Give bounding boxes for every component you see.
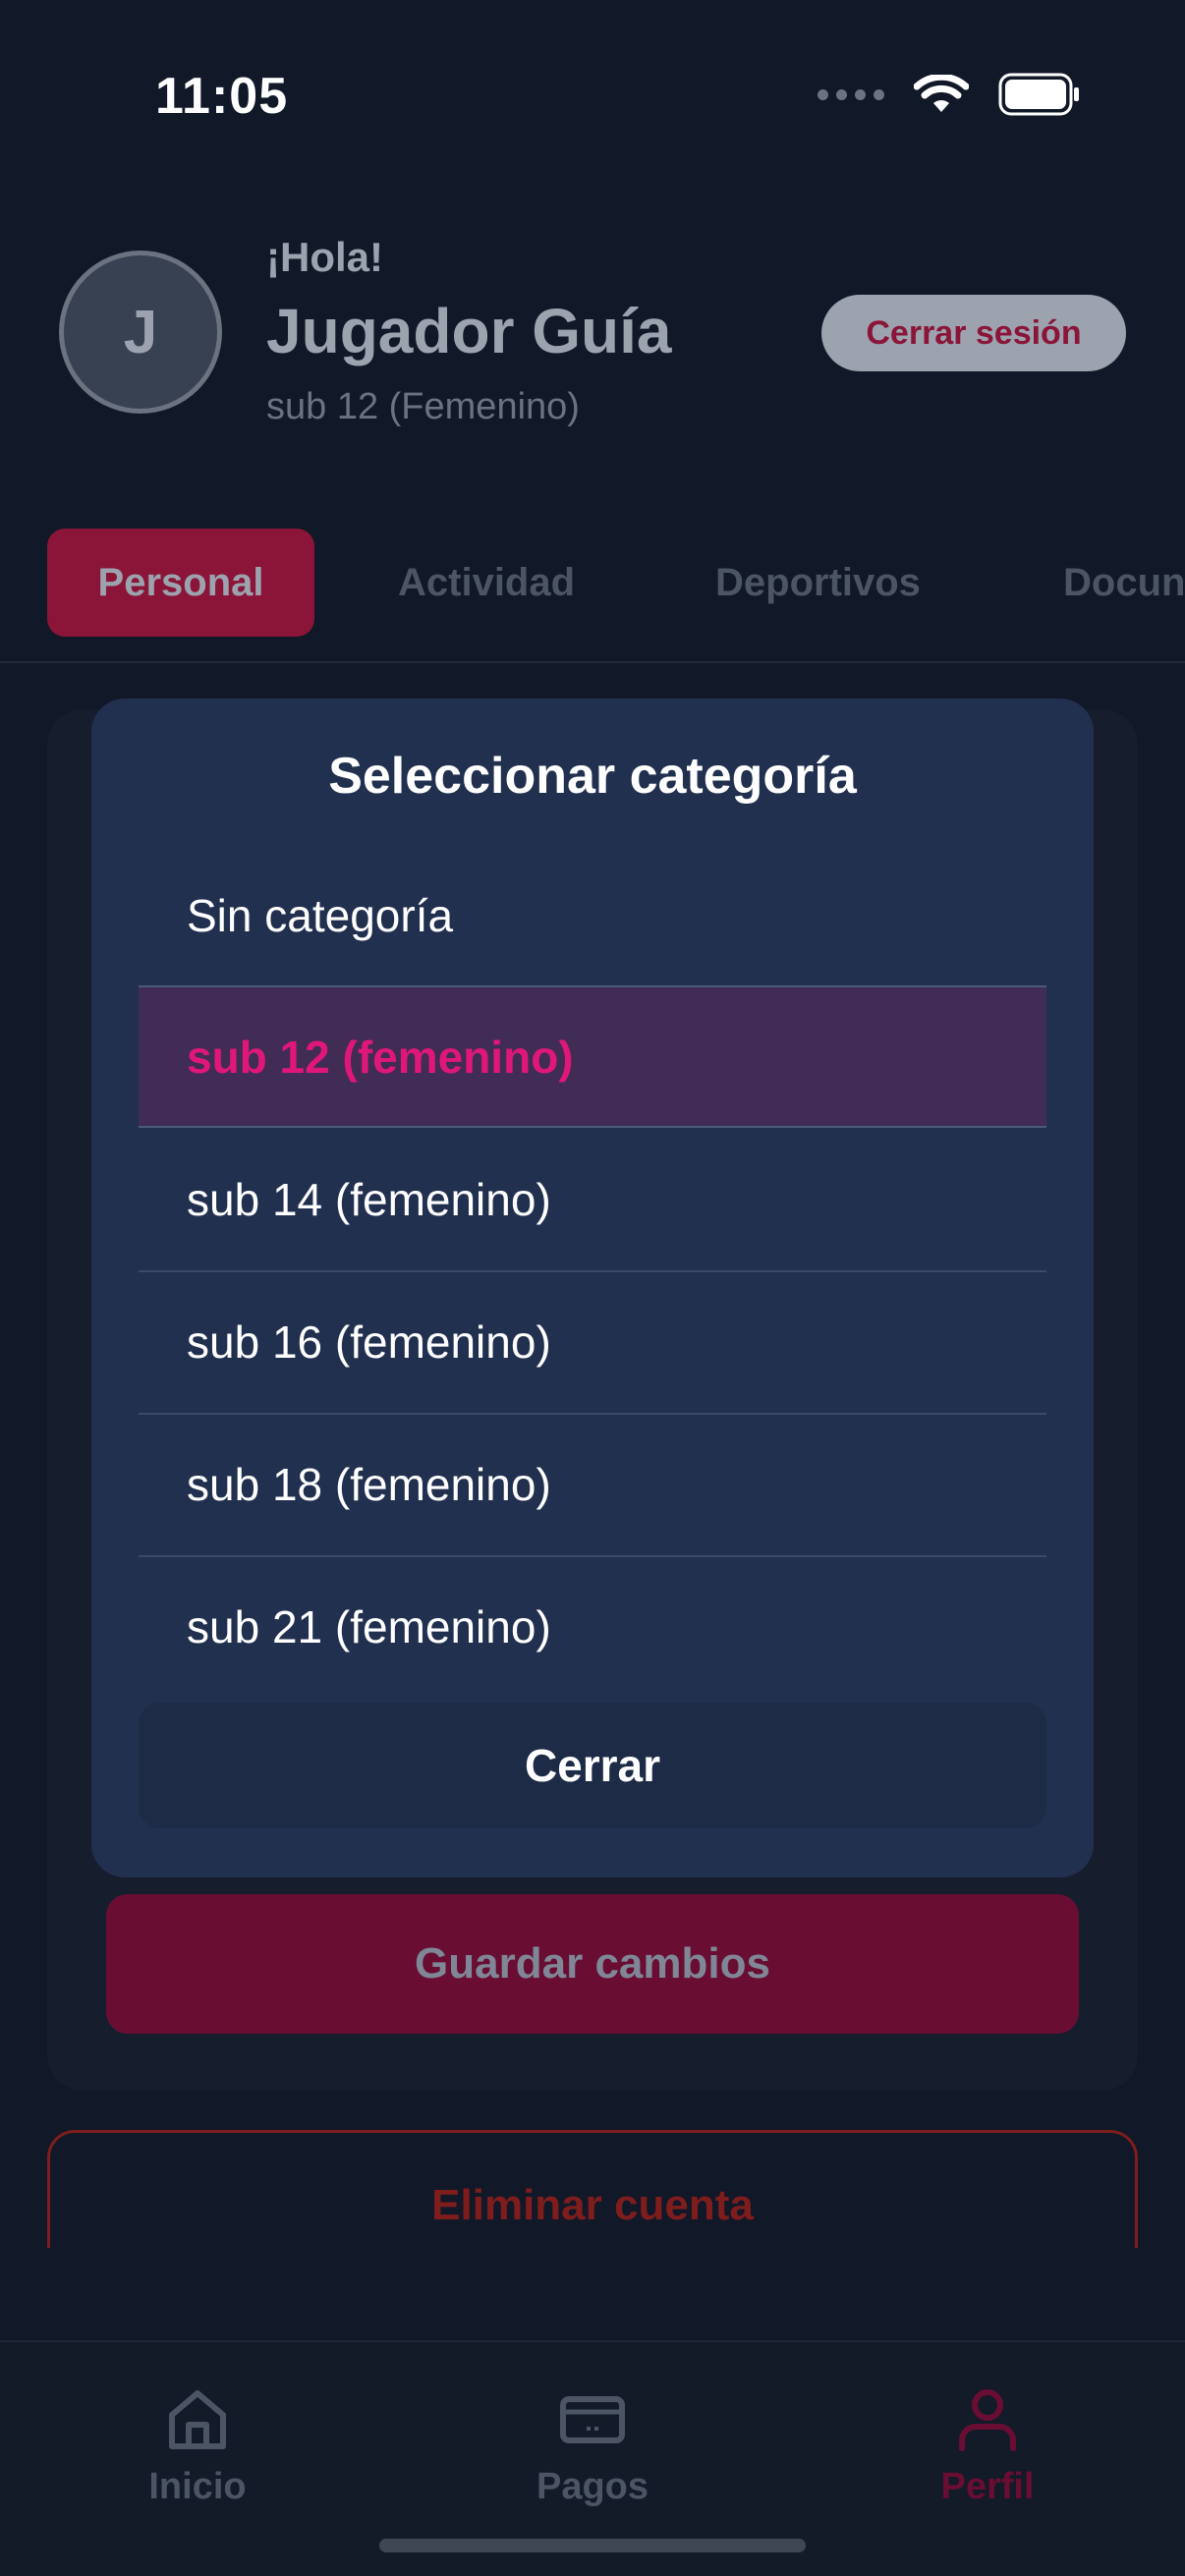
- greeting: ¡Hola!: [266, 234, 383, 280]
- category-option-none[interactable]: Sin categoría: [139, 844, 1046, 986]
- status-icons: [818, 73, 1081, 116]
- nav-item-inicio[interactable]: Inicio: [99, 2385, 296, 2508]
- nav-label: Inicio: [148, 2466, 247, 2507]
- battery-icon: [998, 73, 1079, 116]
- category-option-sub18[interactable]: sub 18 (femenino): [139, 1413, 1046, 1555]
- tab-deportivos[interactable]: Deportivos: [715, 529, 921, 637]
- tab-personal[interactable]: Personal: [47, 529, 314, 637]
- category-option-sub14[interactable]: sub 14 (femenino): [139, 1128, 1046, 1270]
- nav-label: Perfil: [940, 2466, 1035, 2507]
- user-icon: [959, 2389, 1016, 2451]
- status-time: 11:05: [155, 68, 289, 125]
- category-option-sub16[interactable]: sub 16 (femenino): [139, 1270, 1046, 1413]
- tab-actividad[interactable]: Actividad: [398, 529, 575, 637]
- home-indicator[interactable]: [379, 2539, 806, 2552]
- modal-close-button[interactable]: Cerrar: [139, 1703, 1046, 1828]
- user-category: sub 12 (Femenino): [266, 386, 580, 427]
- user-name: Jugador Guía: [266, 296, 672, 366]
- modal-title: Seleccionar categoría: [328, 748, 857, 805]
- logout-button[interactable]: Cerrar sesión: [821, 295, 1126, 371]
- avatar: J: [59, 251, 222, 414]
- tab-documentos[interactable]: Docun: [1063, 529, 1185, 637]
- nav-label: Pagos: [536, 2466, 649, 2507]
- delete-account-button[interactable]: Eliminar cuenta: [47, 2130, 1138, 2248]
- category-option-sub21[interactable]: sub 21 (femenino): [139, 1555, 1046, 1698]
- tab-divider: [0, 661, 1185, 663]
- save-button[interactable]: Guardar cambios: [106, 1894, 1079, 2034]
- category-option-sub12[interactable]: sub 12 (femenino): [139, 985, 1046, 1128]
- nav-item-perfil[interactable]: Perfil: [889, 2385, 1086, 2508]
- card-icon: [560, 2396, 625, 2443]
- wifi-icon: [914, 75, 969, 112]
- profile-tabs: Personal Actividad Deportivos Docun: [0, 529, 1185, 660]
- nav-item-pagos[interactable]: Pagos: [494, 2385, 691, 2508]
- cellular-signal-icon: [818, 88, 884, 100]
- home-icon: [169, 2390, 226, 2449]
